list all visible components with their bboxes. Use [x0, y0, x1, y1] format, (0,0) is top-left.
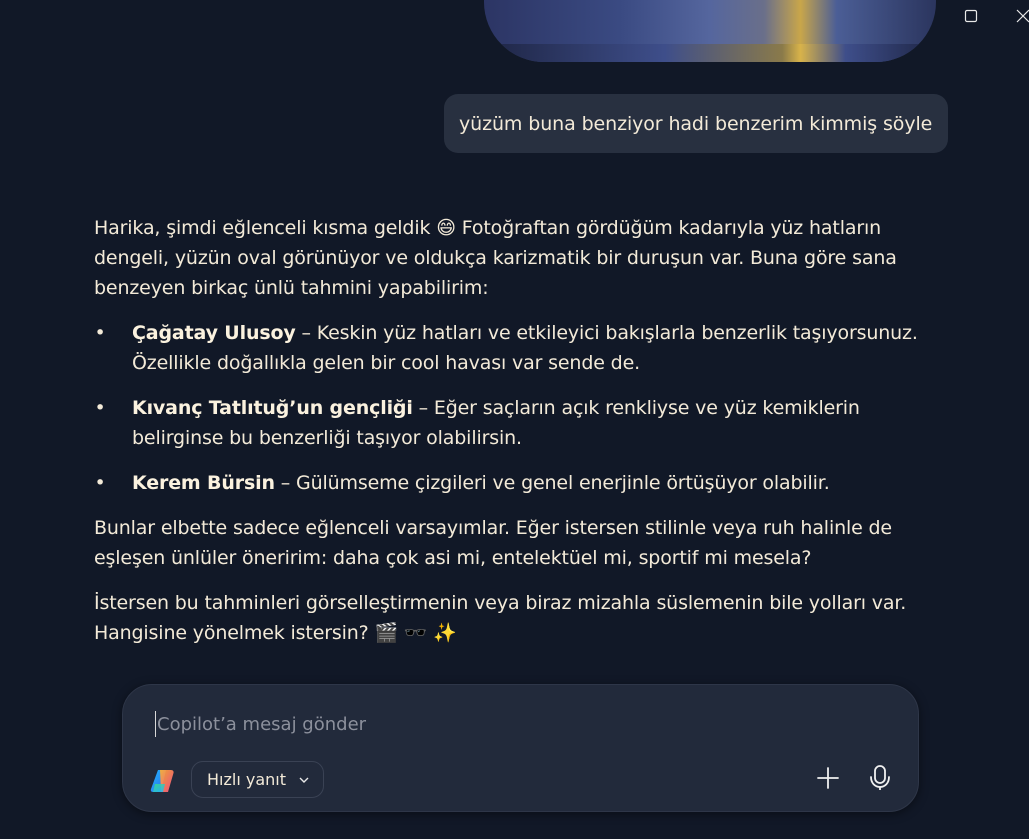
- bullet-icon: •: [94, 397, 106, 419]
- list-item: • Kıvanç Tatlıtuğ’un gençliği – Eğer saçl…: [94, 393, 954, 453]
- maximize-icon: [964, 9, 978, 23]
- bullet-icon: •: [94, 472, 106, 494]
- plus-icon: [816, 766, 840, 794]
- chevron-down-icon: [298, 774, 310, 786]
- celebrity-name: Kıvanç Tatlıtuğ’un gençliği: [132, 397, 413, 419]
- response-intro: Harika, şimdi eğlenceli kısma geldik 😄 F…: [94, 217, 897, 299]
- list-item: • Kerem Bürsin – Gülümseme çizgileri ve g…: [94, 468, 954, 498]
- microphone-icon: [867, 764, 893, 796]
- user-message-text: yüzüm buna benziyor hadi benzerim kimmiş…: [459, 112, 933, 135]
- response-mode-label: Hızlı yanıt: [207, 770, 286, 789]
- maximize-button[interactable]: [948, 0, 994, 32]
- response-paragraph-2: Bunlar elbette sadece eğlenceli varsayım…: [94, 517, 892, 569]
- add-attachment-button[interactable]: [813, 765, 843, 795]
- celebrity-reason: – Gülümseme çizgileri ve genel enerjinle…: [274, 472, 830, 494]
- celebrity-name: Çağatay Ulusoy: [132, 322, 296, 344]
- close-icon: [1016, 9, 1029, 23]
- assistant-response: Harika, şimdi eğlenceli kısma geldik 😄 F…: [94, 213, 954, 663]
- response-mode-dropdown[interactable]: Hızlı yanıt: [191, 761, 324, 798]
- user-message-bubble: yüzüm buna benziyor hadi benzerim kimmiş…: [444, 94, 948, 153]
- celebrity-name: Kerem Bürsin: [132, 472, 275, 494]
- response-paragraph-3: İstersen bu tahminleri görselleştirmenin…: [94, 592, 907, 644]
- shared-photo[interactable]: [484, 0, 936, 62]
- copilot-logo-icon[interactable]: [149, 767, 177, 795]
- message-composer: Hızlı yanıt: [122, 684, 919, 812]
- voice-input-button[interactable]: [865, 765, 895, 795]
- celebrity-list: • Çağatay Ulusoy – Keskin yüz hatları ve …: [94, 318, 954, 498]
- bullet-icon: •: [94, 322, 106, 344]
- message-input[interactable]: [155, 711, 857, 737]
- list-item: • Çağatay Ulusoy – Keskin yüz hatları ve …: [94, 318, 954, 378]
- close-button[interactable]: [1010, 0, 1029, 32]
